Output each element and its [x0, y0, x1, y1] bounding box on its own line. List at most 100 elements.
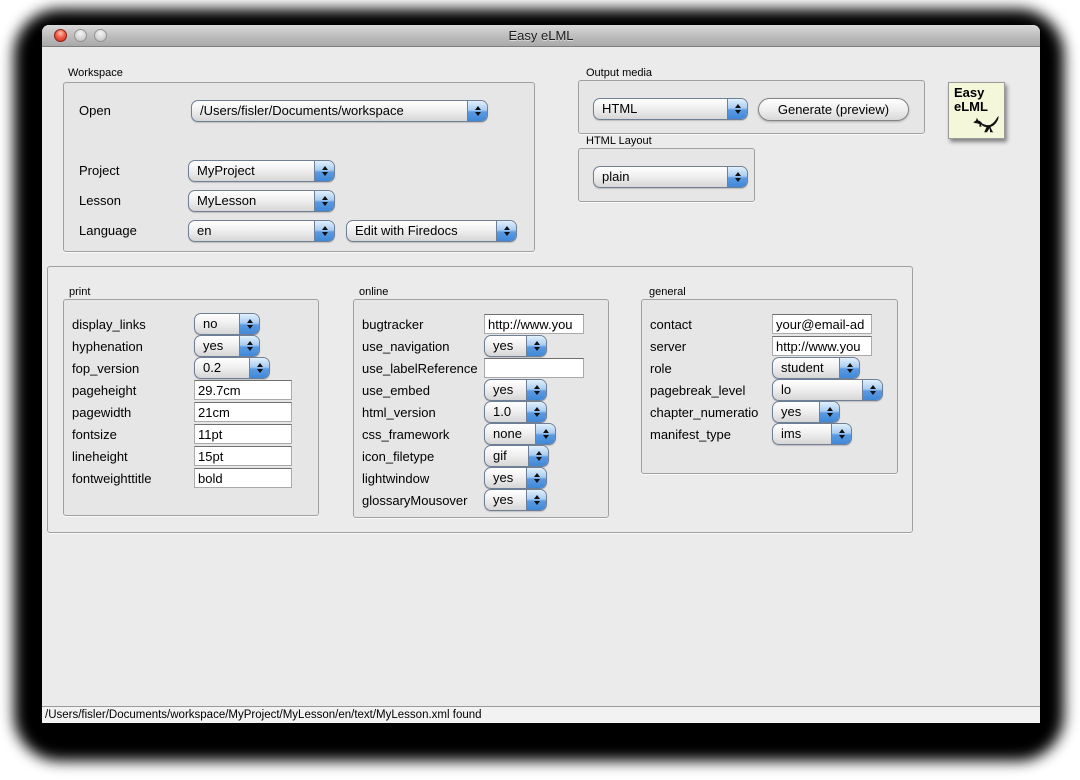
popup-arrows-icon — [239, 314, 259, 334]
field-label: css_framework — [362, 426, 450, 442]
use-labelreference-input[interactable] — [484, 358, 584, 378]
field-label: role — [650, 360, 672, 376]
language-select-value: en — [197, 223, 212, 238]
hyphenation-select[interactable]: yes — [194, 335, 260, 357]
field-label: pagebreak_level — [650, 382, 746, 398]
field-label: use_labelReference — [362, 360, 478, 376]
contact-input[interactable] — [772, 314, 872, 334]
project-select[interactable]: MyProject — [188, 160, 335, 182]
manifest-type-select[interactable]: ims — [772, 423, 852, 445]
fontweighttitle-input[interactable] — [194, 468, 292, 488]
glossarymousover-select[interactable]: yes — [484, 489, 547, 511]
open-label: Open — [79, 103, 111, 118]
online-group: bugtracker use_navigation yes use_labelR… — [353, 299, 609, 518]
settings-row: display_links no — [72, 313, 318, 335]
field-label: lineheight — [72, 448, 128, 464]
logo-text-line2: eLML — [954, 99, 988, 114]
lineheight-input[interactable] — [194, 446, 292, 466]
popup-arrows-icon — [239, 336, 259, 356]
print-group: display_links no hyphenation yes fop_ver… — [63, 299, 319, 516]
popup-arrows-icon — [862, 380, 882, 400]
settings-row: html_version 1.0 — [362, 401, 608, 423]
html-layout-select-value: plain — [602, 169, 630, 184]
use-embed-select[interactable]: yes — [484, 379, 547, 401]
server-input[interactable] — [772, 336, 872, 356]
settings-row: contact — [650, 313, 897, 335]
fop-version-select[interactable]: 0.2 — [194, 357, 270, 379]
editor-select-value: Edit with Firedocs — [355, 223, 458, 238]
logo-text-line1: Easy — [954, 85, 985, 100]
settings-row: lineheight — [72, 445, 318, 467]
pagewidth-input[interactable] — [194, 402, 292, 422]
popup-arrows-icon — [496, 221, 516, 241]
fontsize-input[interactable] — [194, 424, 292, 444]
titlebar[interactable]: Easy eLML — [42, 25, 1040, 47]
display-links-select[interactable]: no — [194, 313, 260, 335]
settings-row: use_embed yes — [362, 379, 608, 401]
field-label: use_embed — [362, 382, 430, 398]
settings-row: manifest_type ims — [650, 423, 897, 445]
use-navigation-select[interactable]: yes — [484, 335, 547, 357]
output-media-select[interactable]: HTML — [593, 98, 748, 120]
settings-row: icon_filetype gif — [362, 445, 608, 467]
settings-row: role student — [650, 357, 897, 379]
output-media-group-label: Output media — [586, 67, 653, 79]
settings-row: pagewidth — [72, 401, 318, 423]
lesson-select[interactable]: MyLesson — [188, 190, 335, 212]
language-select[interactable]: en — [188, 220, 335, 242]
settings-row: hyphenation yes — [72, 335, 318, 357]
pagebreak-level-select[interactable]: lo — [772, 379, 883, 401]
editor-select[interactable]: Edit with Firedocs — [346, 220, 517, 242]
field-label: pageheight — [72, 382, 137, 398]
css-framework-select[interactable]: none — [484, 423, 556, 445]
general-group-label: general — [649, 286, 686, 298]
project-select-value: MyProject — [197, 163, 255, 178]
popup-arrows-icon — [526, 468, 546, 488]
online-group-label: online — [359, 286, 389, 298]
popup-arrows-icon — [249, 358, 269, 378]
field-label: manifest_type — [650, 426, 731, 442]
html-layout-group-label: HTML Layout — [586, 135, 652, 147]
icon-filetype-select[interactable]: gif — [484, 445, 549, 467]
field-label: display_links — [72, 316, 146, 332]
open-select[interactable]: /Users/fisler/Documents/workspace — [191, 100, 488, 122]
bugtracker-input[interactable] — [484, 314, 584, 334]
settings-row: chapter_numeratio yes — [650, 401, 897, 423]
settings-row: fontsize — [72, 423, 318, 445]
pageheight-input[interactable] — [194, 380, 292, 400]
popup-arrows-icon — [535, 424, 555, 444]
field-label: html_version — [362, 404, 436, 420]
print-group-label: print — [69, 286, 91, 298]
field-label: lightwindow — [362, 470, 430, 486]
lesson-label: Lesson — [79, 193, 121, 208]
role-select[interactable]: student — [772, 357, 860, 379]
generate-preview-button[interactable]: Generate (preview) — [758, 98, 909, 121]
popup-arrows-icon — [526, 402, 546, 422]
app-logo: Easy eLML — [948, 82, 1005, 139]
workspace-group: Open /Users/fisler/Documents/workspace P… — [63, 82, 535, 252]
window-title: Easy eLML — [508, 28, 574, 43]
popup-arrows-icon — [467, 101, 487, 121]
settings-row: glossaryMousover yes — [362, 489, 608, 511]
field-label: chapter_numeratio — [650, 404, 759, 420]
field-label: icon_filetype — [362, 448, 435, 464]
popup-arrows-icon — [727, 167, 747, 187]
lightwindow-select[interactable]: yes — [484, 467, 547, 489]
chapter-numeration-select[interactable]: yes — [772, 401, 840, 423]
output-media-select-value: HTML — [602, 101, 638, 116]
app-window: Easy eLML Workspace Open /Users/fisler/D… — [42, 25, 1040, 723]
field-label: fontweighttitle — [72, 470, 152, 486]
settings-row: use_navigation yes — [362, 335, 608, 357]
html-layout-select[interactable]: plain — [593, 166, 748, 188]
popup-arrows-icon — [314, 161, 334, 181]
popup-arrows-icon — [526, 380, 546, 400]
settings-row: use_labelReference — [362, 357, 608, 379]
field-label: bugtracker — [362, 316, 424, 332]
popup-arrows-icon — [831, 424, 851, 444]
field-label: fontsize — [72, 426, 117, 442]
popup-arrows-icon — [526, 490, 546, 510]
open-select-value: /Users/fisler/Documents/workspace — [200, 103, 404, 118]
html-version-select[interactable]: 1.0 — [484, 401, 547, 423]
html-layout-group: plain — [578, 148, 755, 202]
field-label: hyphenation — [72, 338, 143, 354]
